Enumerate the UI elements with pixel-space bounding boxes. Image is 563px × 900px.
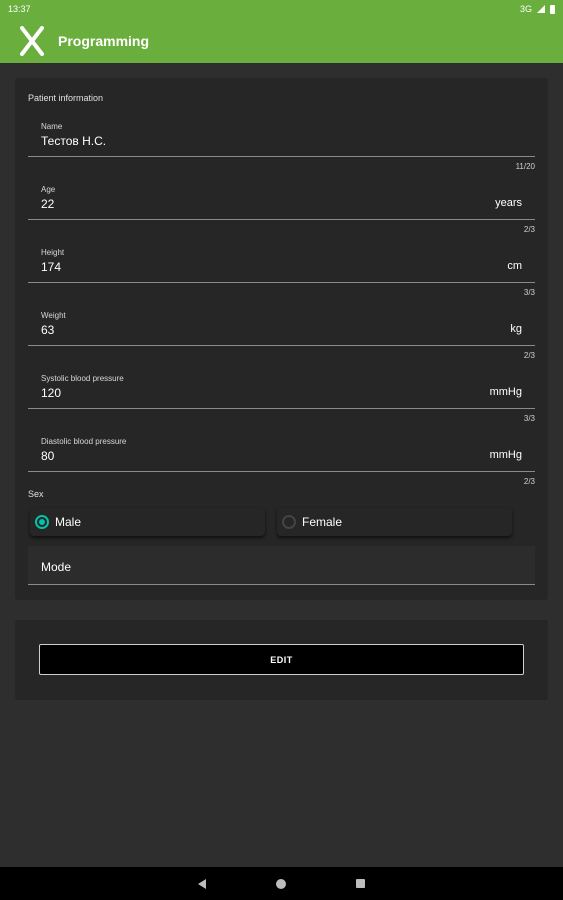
mode-label: Mode [41,560,72,574]
height-label: Height [41,248,65,257]
actions-card: EDIT [15,620,548,700]
weight-input-box[interactable]: Weight 63 kg [28,301,535,346]
patient-info-card: Patient information Name Тестов Н.С. 11/… [15,78,548,600]
radio-checked-icon[interactable] [35,515,49,529]
weight-suffix: kg [510,323,522,335]
height-counter: 3/3 [523,288,535,297]
name-input-box[interactable]: Name Тестов Н.С. [28,112,535,157]
diastolic-label: Diastolic blood pressure [41,437,127,446]
status-bar: 13:37 3G [0,0,563,18]
name-field[interactable]: Name Тестов Н.С. 11/20 [28,112,535,173]
home-icon[interactable] [276,878,286,889]
height-suffix: cm [507,260,522,272]
mode-select[interactable]: Mode [28,546,535,585]
systolic-label: Systolic blood pressure [41,374,124,383]
network-type: 3G [519,4,532,14]
diastolic-value[interactable]: 80 [41,449,54,463]
diastolic-field[interactable]: Diastolic blood pressure 80 mmHg 2/3 [28,427,535,488]
name-value[interactable]: Тестов Н.С. [41,134,106,148]
systolic-field[interactable]: Systolic blood pressure 120 mmHg 3/3 [28,364,535,425]
app-bar: Programming [0,18,563,63]
systolic-counter: 3/3 [523,414,535,423]
weight-value[interactable]: 63 [41,323,54,337]
systolic-input-box[interactable]: Systolic blood pressure 120 mmHg [28,364,535,409]
sex-option-female-label: Female [302,515,343,529]
recent-apps-icon[interactable] [356,879,365,888]
age-suffix: years [495,197,522,209]
edit-button[interactable]: EDIT [39,644,524,675]
status-time: 13:37 [8,4,31,14]
page-title: Programming [58,32,150,49]
name-counter: 11/20 [515,162,535,171]
age-label: Age [41,185,56,194]
diastolic-suffix: mmHg [489,449,522,461]
app-logo-icon [12,21,52,61]
diastolic-input-box[interactable]: Diastolic blood pressure 80 mmHg [28,427,535,472]
weight-field[interactable]: Weight 63 kg 2/3 [28,301,535,362]
age-counter: 2/3 [523,225,535,234]
systolic-value[interactable]: 120 [41,386,61,400]
radio-unchecked-icon[interactable] [282,515,296,529]
battery-icon [550,4,555,14]
height-input-box[interactable]: Height 174 cm [28,238,535,283]
diastolic-counter: 2/3 [523,477,535,486]
name-label: Name [41,122,63,131]
system-nav-bar [0,867,563,900]
back-icon[interactable] [198,878,206,889]
sex-option-male[interactable]: Male [30,508,265,536]
section-title: Patient information [28,93,104,103]
systolic-suffix: mmHg [489,386,522,398]
weight-label: Weight [41,311,66,320]
age-input-box[interactable]: Age 22 years [28,175,535,220]
height-value[interactable]: 174 [41,260,61,274]
sex-option-male-label: Male [55,515,82,529]
weight-counter: 2/3 [523,351,535,360]
age-field[interactable]: Age 22 years 2/3 [28,175,535,236]
signal-icon [537,5,545,13]
status-indicators: 3G [520,4,555,14]
age-value[interactable]: 22 [41,197,54,211]
height-field[interactable]: Height 174 cm 3/3 [28,238,535,299]
sex-label: Sex [28,489,44,499]
sex-option-female[interactable]: Female [277,508,512,536]
